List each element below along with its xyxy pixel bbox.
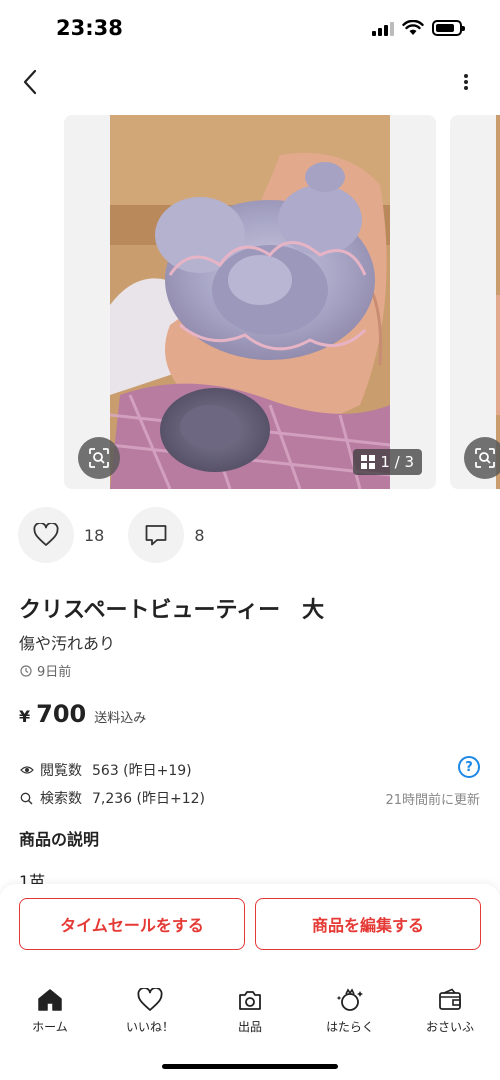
product-photo[interactable] [110, 115, 390, 489]
work-icon [336, 988, 363, 1011]
posted-time: 9日前 [20, 661, 71, 680]
main-photo-frame[interactable]: 1 / 3 [64, 115, 436, 489]
views-value: 563 (昨日+19) [92, 763, 192, 779]
status-time: 23:38 [56, 16, 123, 40]
image-search-button[interactable] [78, 437, 120, 479]
battery-icon [432, 20, 465, 36]
tab-work-label: はたらく [326, 1020, 374, 1034]
more-menu-button[interactable] [448, 64, 484, 100]
shipping-note: 送料込み [94, 711, 147, 726]
bottom-action-panel: タイムセールをする 商品を編集する ホーム いいね！ 出品 はたらく おさいふ [0, 884, 500, 1080]
item-condition: 傷や汚れあり [19, 634, 116, 653]
heart-icon [137, 988, 163, 1011]
tab-sell-label: 出品 [237, 1020, 262, 1034]
tab-wallet-label: おさいふ [425, 1020, 474, 1034]
comment-icon [145, 525, 167, 546]
next-photo-preview[interactable] [450, 115, 500, 489]
search-count-label: 検索数 [40, 791, 82, 807]
grid-icon [361, 455, 376, 469]
image-gallery[interactable]: 1 / 3 [0, 115, 500, 489]
camera-icon [239, 991, 261, 1010]
edit-item-button[interactable]: 商品を編集する [255, 898, 481, 950]
wallet-icon [439, 988, 461, 1010]
tab-sell[interactable]: 出品 [200, 988, 300, 1035]
posted-time-text: 9日前 [37, 665, 72, 680]
help-icon[interactable]: ? [458, 756, 480, 778]
like-button[interactable] [18, 507, 74, 563]
views-label: 閲覧数 [40, 763, 82, 779]
comment-button[interactable] [128, 507, 185, 563]
search-count-row: 検索数 7,236 (昨日+12) 21時間前に更新 [20, 788, 480, 808]
counter-text: 1 / 3 [380, 453, 414, 471]
price: 700 [36, 700, 87, 728]
nav-bar [0, 56, 500, 108]
tab-home-label: ホーム [32, 1020, 68, 1034]
search-count-value: 7,236 (昨日+12) [92, 791, 205, 807]
tab-work[interactable]: はたらく [300, 988, 400, 1035]
like-count: 18 [84, 525, 105, 545]
wifi-icon [402, 20, 424, 35]
status-icons [372, 20, 465, 36]
lens-icon [89, 448, 109, 468]
price-row: ¥ 700 送料込み [19, 700, 146, 728]
views-row: 閲覧数 563 (昨日+19) ? [20, 756, 480, 780]
eye-icon [20, 763, 34, 777]
back-button[interactable] [12, 64, 48, 100]
updated-note: 21時間前に更新 [385, 792, 480, 808]
more-vertical-icon [464, 74, 468, 90]
chevron-left-icon [23, 69, 37, 95]
search-icon [20, 791, 34, 805]
home-icon [38, 989, 62, 1011]
description-heading: 商品の説明 [19, 830, 100, 849]
tab-home[interactable]: ホーム [0, 988, 100, 1035]
heart-icon [33, 523, 59, 546]
image-search-button-next[interactable] [464, 437, 500, 479]
timesale-button[interactable]: タイムセールをする [19, 898, 245, 950]
lens-icon [475, 448, 495, 468]
tab-bar: ホーム いいね！ 出品 はたらく おさいふ [0, 988, 500, 1035]
currency-symbol: ¥ [19, 707, 31, 726]
cellular-signal-icon [372, 21, 394, 36]
clock-icon [20, 664, 32, 677]
tab-likes-label: いいね！ [125, 1020, 174, 1034]
action-row: 18 8 [18, 507, 229, 563]
comment-count: 8 [194, 525, 205, 545]
home-indicator [162, 1064, 338, 1069]
tab-likes[interactable]: いいね！ [100, 988, 200, 1035]
status-bar: 23:38 [0, 0, 500, 56]
item-title: クリスペートビューティー 大 [19, 598, 325, 623]
tab-wallet[interactable]: おさいふ [400, 988, 500, 1035]
image-counter: 1 / 3 [353, 449, 422, 475]
